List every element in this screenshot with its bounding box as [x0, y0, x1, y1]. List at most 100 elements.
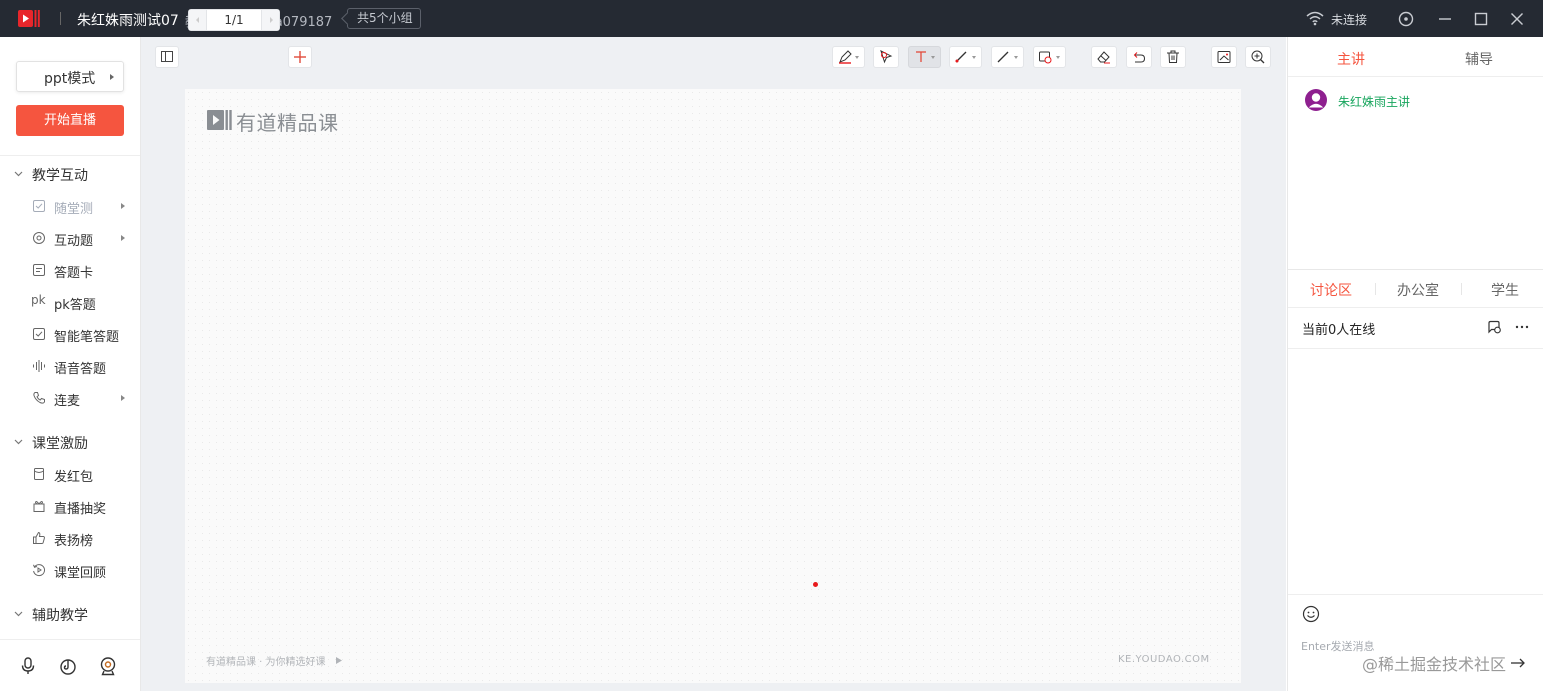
sidebar-item-label: 发红包 — [54, 470, 94, 485]
chat-settings-icon[interactable] — [1486, 319, 1502, 335]
sidebar-item-label: 答题卡 — [54, 266, 94, 281]
eraser-tool[interactable] — [1091, 46, 1117, 68]
section-label: 教学互动 — [32, 168, 88, 184]
zoom-in-button[interactable] — [1245, 46, 1271, 68]
text-icon — [916, 51, 926, 62]
chevron-right-icon — [121, 203, 125, 209]
sidebar-item-quiz[interactable]: 随堂测 — [32, 197, 132, 217]
slide-footer-slogan: 有道精品课 · 为你精选好课 — [206, 653, 344, 668]
whiteboard-toolbar — [141, 37, 1286, 77]
app-logo-icon — [18, 10, 40, 27]
voice-wave-icon — [33, 360, 45, 372]
sidebar-item-label: 随堂测 — [54, 202, 94, 217]
sidebar-item-voice-answer[interactable]: 语音答题 — [32, 357, 132, 377]
maximize-icon[interactable] — [1471, 9, 1491, 29]
slide-canvas[interactable]: 有道精品课 有道精品课 · 为你精选好课 KE.YOUDAO.COM — [185, 89, 1241, 683]
checkbox-icon — [33, 200, 45, 212]
tab-separator — [1375, 283, 1376, 295]
sidebar-item-class-review[interactable]: 课堂回顾 — [32, 561, 132, 581]
wifi-icon — [1306, 11, 1324, 26]
slogan-text: 有道精品课 · 为你精选好课 — [206, 657, 326, 668]
mode-select[interactable]: ppt模式 — [16, 61, 124, 92]
undo-button[interactable] — [1126, 46, 1152, 68]
pk-icon: pk — [31, 293, 46, 307]
more-icon[interactable] — [1514, 319, 1530, 335]
chevron-right-icon — [110, 74, 114, 80]
close-icon[interactable] — [1507, 9, 1527, 29]
divider — [0, 155, 140, 156]
answer-card-icon — [33, 264, 45, 276]
divider — [1288, 348, 1543, 349]
right-panel: 主讲 辅导 朱红姝雨主讲 讨论区 办公室 学生 当前0人在线 Enter发送消息 — [1287, 37, 1543, 691]
trash-icon — [1167, 50, 1179, 63]
lottery-icon — [33, 501, 45, 512]
emoji-icon[interactable] — [1302, 605, 1320, 623]
caret-down-icon — [1014, 56, 1018, 59]
next-page-button[interactable] — [261, 10, 279, 30]
text-tool[interactable] — [908, 46, 941, 68]
caret-down-icon — [1056, 56, 1060, 59]
interactive-icon — [33, 232, 45, 244]
prev-page-button[interactable] — [189, 10, 207, 30]
shape-tool[interactable] — [1033, 46, 1066, 68]
zoom-in-icon — [1251, 50, 1265, 64]
thumbs-up-icon — [33, 531, 45, 544]
clear-button[interactable] — [1160, 46, 1186, 68]
connection-status: 未连接 — [1331, 13, 1368, 27]
replay-icon — [33, 564, 45, 577]
chevron-down-icon — [14, 439, 23, 445]
cursor-select-icon — [880, 50, 893, 64]
sidebar-item-praise-board[interactable]: 表扬榜 — [32, 529, 132, 549]
tab-lecturer[interactable]: 主讲 — [1337, 49, 1365, 69]
shape-icon — [1039, 51, 1052, 64]
caret-down-icon — [855, 56, 859, 59]
watermark: @稀土掘金技术社区 — [1362, 655, 1507, 674]
tab-students[interactable]: 学生 — [1491, 280, 1519, 300]
play-triangle-icon — [335, 657, 342, 664]
sidebar-item-label: 表扬榜 — [54, 534, 94, 549]
image-button[interactable] — [1211, 46, 1237, 68]
mode-label: ppt模式 — [44, 71, 96, 87]
group-count-badge[interactable]: 共5个小组 — [347, 8, 421, 29]
tab-tutor[interactable]: 辅导 — [1465, 49, 1493, 69]
sidebar-item-smart-pen[interactable]: 智能笔答题 — [32, 325, 132, 345]
tab-discussion[interactable]: 讨论区 — [1310, 280, 1352, 300]
add-page-button[interactable] — [288, 46, 312, 68]
pen-tool[interactable] — [949, 46, 982, 68]
highlighter-icon — [839, 50, 852, 64]
page-indicator: 1/1 — [224, 13, 244, 27]
send-icon[interactable] — [1510, 656, 1526, 670]
host-name: 朱红姝雨主讲 — [1338, 95, 1411, 109]
camera-icon[interactable] — [98, 656, 118, 676]
chat-tabs: 讨论区 办公室 学生 — [1288, 270, 1543, 308]
caret-down-icon — [972, 56, 976, 59]
sidebar-item-red-packet[interactable]: 发红包 — [32, 465, 132, 485]
red-packet-icon — [34, 468, 44, 480]
start-live-button[interactable]: 开始直播 — [16, 105, 124, 136]
sidebar-item-lottery[interactable]: 直播抽奖 — [32, 497, 132, 517]
sidebar-item-pk[interactable]: pk pk答题 — [31, 293, 132, 313]
sidebar-item-mic-link[interactable]: 连麦 — [32, 389, 132, 409]
youdao-logo-icon — [207, 110, 232, 130]
left-sidebar: ppt模式 开始直播 教学互动 随堂测 互动题 答题卡 pk pk答题 智能笔答… — [0, 37, 141, 691]
sidebar-item-interactive-question[interactable]: 互动题 — [32, 229, 132, 249]
sidebar-item-label: 直播抽奖 — [54, 502, 107, 517]
highlighter-tool[interactable] — [832, 46, 865, 68]
class-title: 朱红姝雨测试07 — [77, 13, 179, 29]
microphone-icon[interactable] — [18, 656, 38, 676]
chevron-right-icon — [121, 395, 125, 401]
chevron-down-icon — [14, 611, 23, 617]
settings-icon[interactable] — [1396, 9, 1416, 29]
image-icon — [1217, 51, 1231, 63]
line-tool[interactable] — [991, 46, 1024, 68]
chevron-down-icon — [14, 171, 23, 177]
minimize-icon[interactable] — [1435, 9, 1455, 29]
select-tool[interactable] — [873, 46, 899, 68]
toggle-sidebar-button[interactable] — [155, 46, 179, 68]
chevron-right-icon — [270, 17, 273, 23]
speaker-icon[interactable] — [58, 656, 78, 676]
section-label: 课堂激励 — [32, 436, 88, 452]
caret-down-icon — [931, 56, 935, 59]
sidebar-item-answer-card[interactable]: 答题卡 — [32, 261, 132, 281]
tab-office[interactable]: 办公室 — [1397, 280, 1439, 300]
